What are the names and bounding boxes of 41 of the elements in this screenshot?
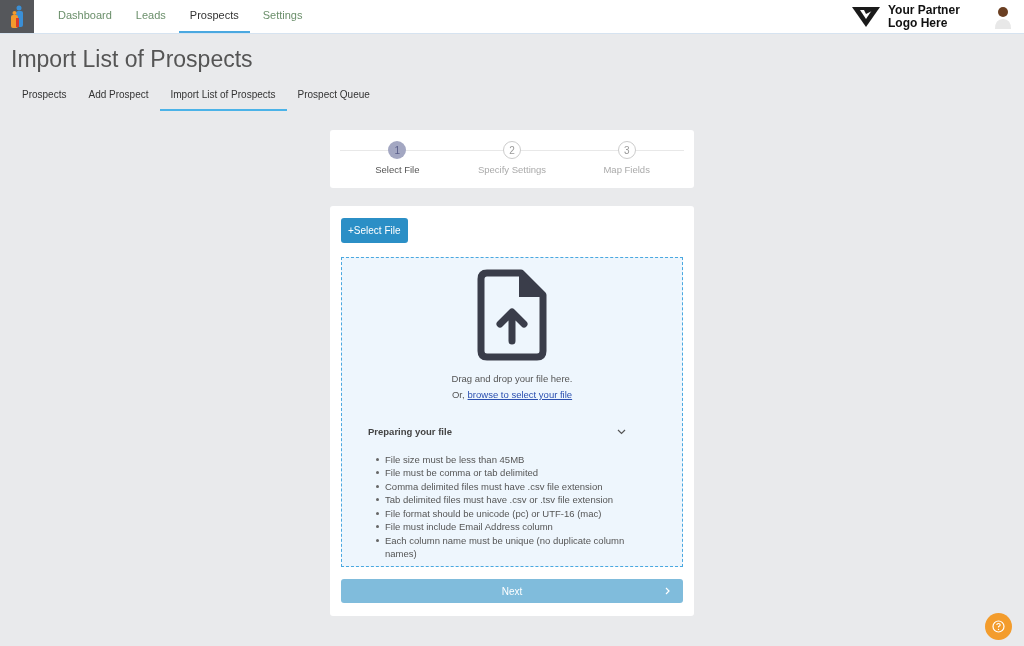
avatar-icon[interactable] — [994, 4, 1012, 29]
file-upload-icon — [477, 269, 547, 361]
help-icon — [992, 620, 1005, 633]
bullet-icon — [376, 538, 379, 542]
people-logo-icon — [10, 4, 24, 29]
rule-text: File format should be unicode (pc) or UTF-16 (mac) — [385, 506, 603, 521]
accordion-title[interactable]: Preparing your file — [368, 424, 452, 439]
rule-text: File size must be less than 45MB — [385, 452, 526, 467]
bullet-icon — [376, 511, 379, 515]
step-label: Specify Settings — [477, 163, 547, 177]
step-label: Select File — [375, 163, 420, 177]
nav-link[interactable]: Prospects — [178, 0, 250, 33]
sub-tab[interactable]: Add Prospect — [77, 86, 160, 111]
browse-link[interactable]: browse to select your file — [467, 388, 573, 403]
rule-text: Comma delimited files must have .csv file extension — [385, 479, 604, 494]
app-logo[interactable] — [0, 0, 34, 33]
sub-tab[interactable]: Prospects — [11, 86, 78, 111]
rule-text: File must include Email Address column — [385, 520, 554, 534]
bullet-icon — [376, 484, 379, 488]
rule-text: Each column name must be unique (no duplicate column names) — [385, 533, 626, 561]
sub-tab[interactable]: Import List of Prospects — [159, 86, 287, 111]
bullet-icon — [376, 498, 379, 502]
step-label: Map Fields — [603, 163, 650, 177]
rule-text: Tab delimited files must have .csv or .tsv file extension — [385, 493, 615, 507]
select-file-button[interactable]: +Select File — [341, 218, 408, 243]
chevron-icon[interactable] — [617, 428, 626, 435]
nav-link[interactable]: Leads — [124, 0, 177, 33]
nav-link[interactable]: Dashboard — [47, 0, 123, 33]
or-text: Or, — [451, 388, 465, 403]
drop-instruction: Drag and drop your file here. — [451, 372, 573, 386]
sub-tab[interactable]: Prospect Queue — [286, 86, 381, 111]
bullet-icon — [376, 471, 379, 475]
nav-link[interactable]: Settings — [251, 0, 314, 33]
drop-zone[interactable] — [341, 257, 683, 567]
rule-text: File must be comma or tab delimited — [385, 466, 540, 480]
partner-logo-text: Your Partner Logo Here — [888, 3, 961, 30]
bullet-icon — [376, 457, 379, 461]
chevron-right-icon — [665, 587, 670, 595]
partner-logo-icon — [852, 6, 880, 27]
page-title: Import List of Prospects — [11, 45, 254, 74]
bullet-icon — [376, 525, 379, 529]
